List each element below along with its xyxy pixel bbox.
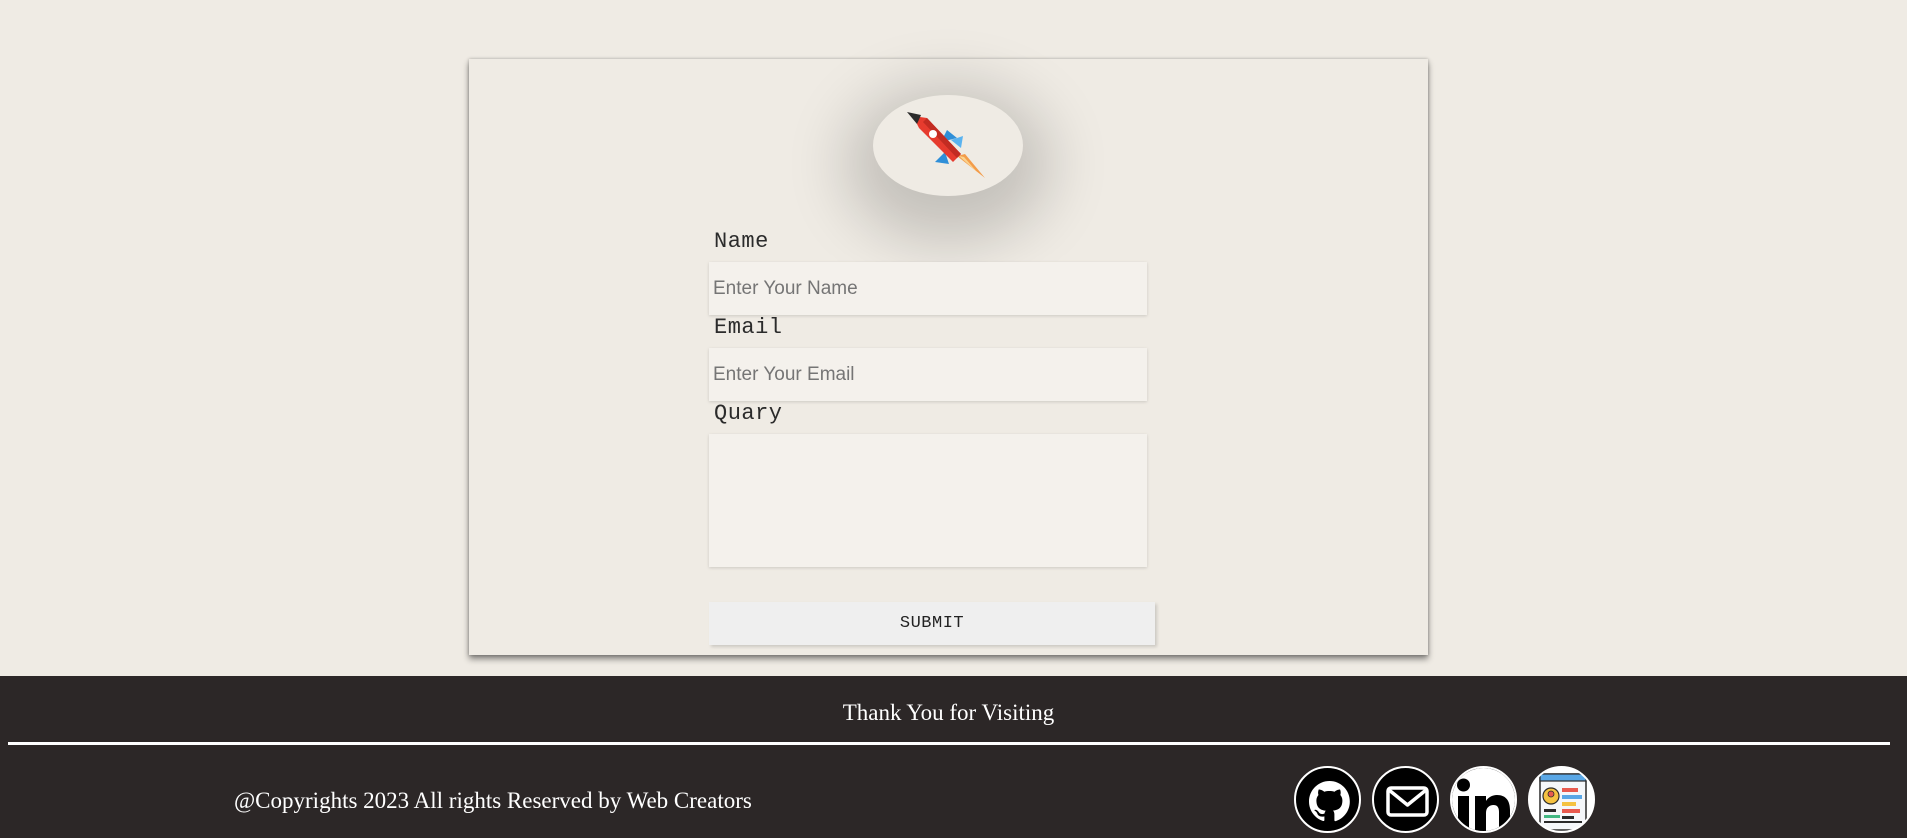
mail-icon xyxy=(1386,786,1429,817)
mail-link[interactable] xyxy=(1372,766,1439,833)
name-label: Name xyxy=(714,229,769,254)
thanks-message: Thank You for Visiting xyxy=(842,700,1055,725)
contact-page: Name Email Quary SUBMIT Thank You for Vi… xyxy=(0,0,1907,838)
query-label: Quary xyxy=(714,401,783,426)
resume-icon xyxy=(1539,773,1587,831)
submit-button[interactable]: SUBMIT xyxy=(709,602,1155,645)
query-textarea[interactable] xyxy=(709,434,1147,567)
contact-card: Name Email Quary SUBMIT xyxy=(469,59,1428,655)
name-input[interactable] xyxy=(709,262,1147,315)
resume-link[interactable] xyxy=(1528,766,1595,833)
linkedin-icon xyxy=(1452,768,1515,831)
github-link[interactable] xyxy=(1294,766,1361,833)
rocket-icon xyxy=(907,112,985,178)
email-input[interactable] xyxy=(709,348,1147,401)
github-icon xyxy=(1309,781,1350,822)
linkedin-link[interactable] xyxy=(1450,766,1517,833)
copyright-text: @Copyrights 2023 All rights Reserved by … xyxy=(234,788,752,813)
logo xyxy=(873,95,1023,196)
footer-divider xyxy=(8,742,1890,745)
email-label: Email xyxy=(714,315,783,340)
footer: Thank You for Visiting @Copyrights 2023 … xyxy=(0,676,1907,838)
